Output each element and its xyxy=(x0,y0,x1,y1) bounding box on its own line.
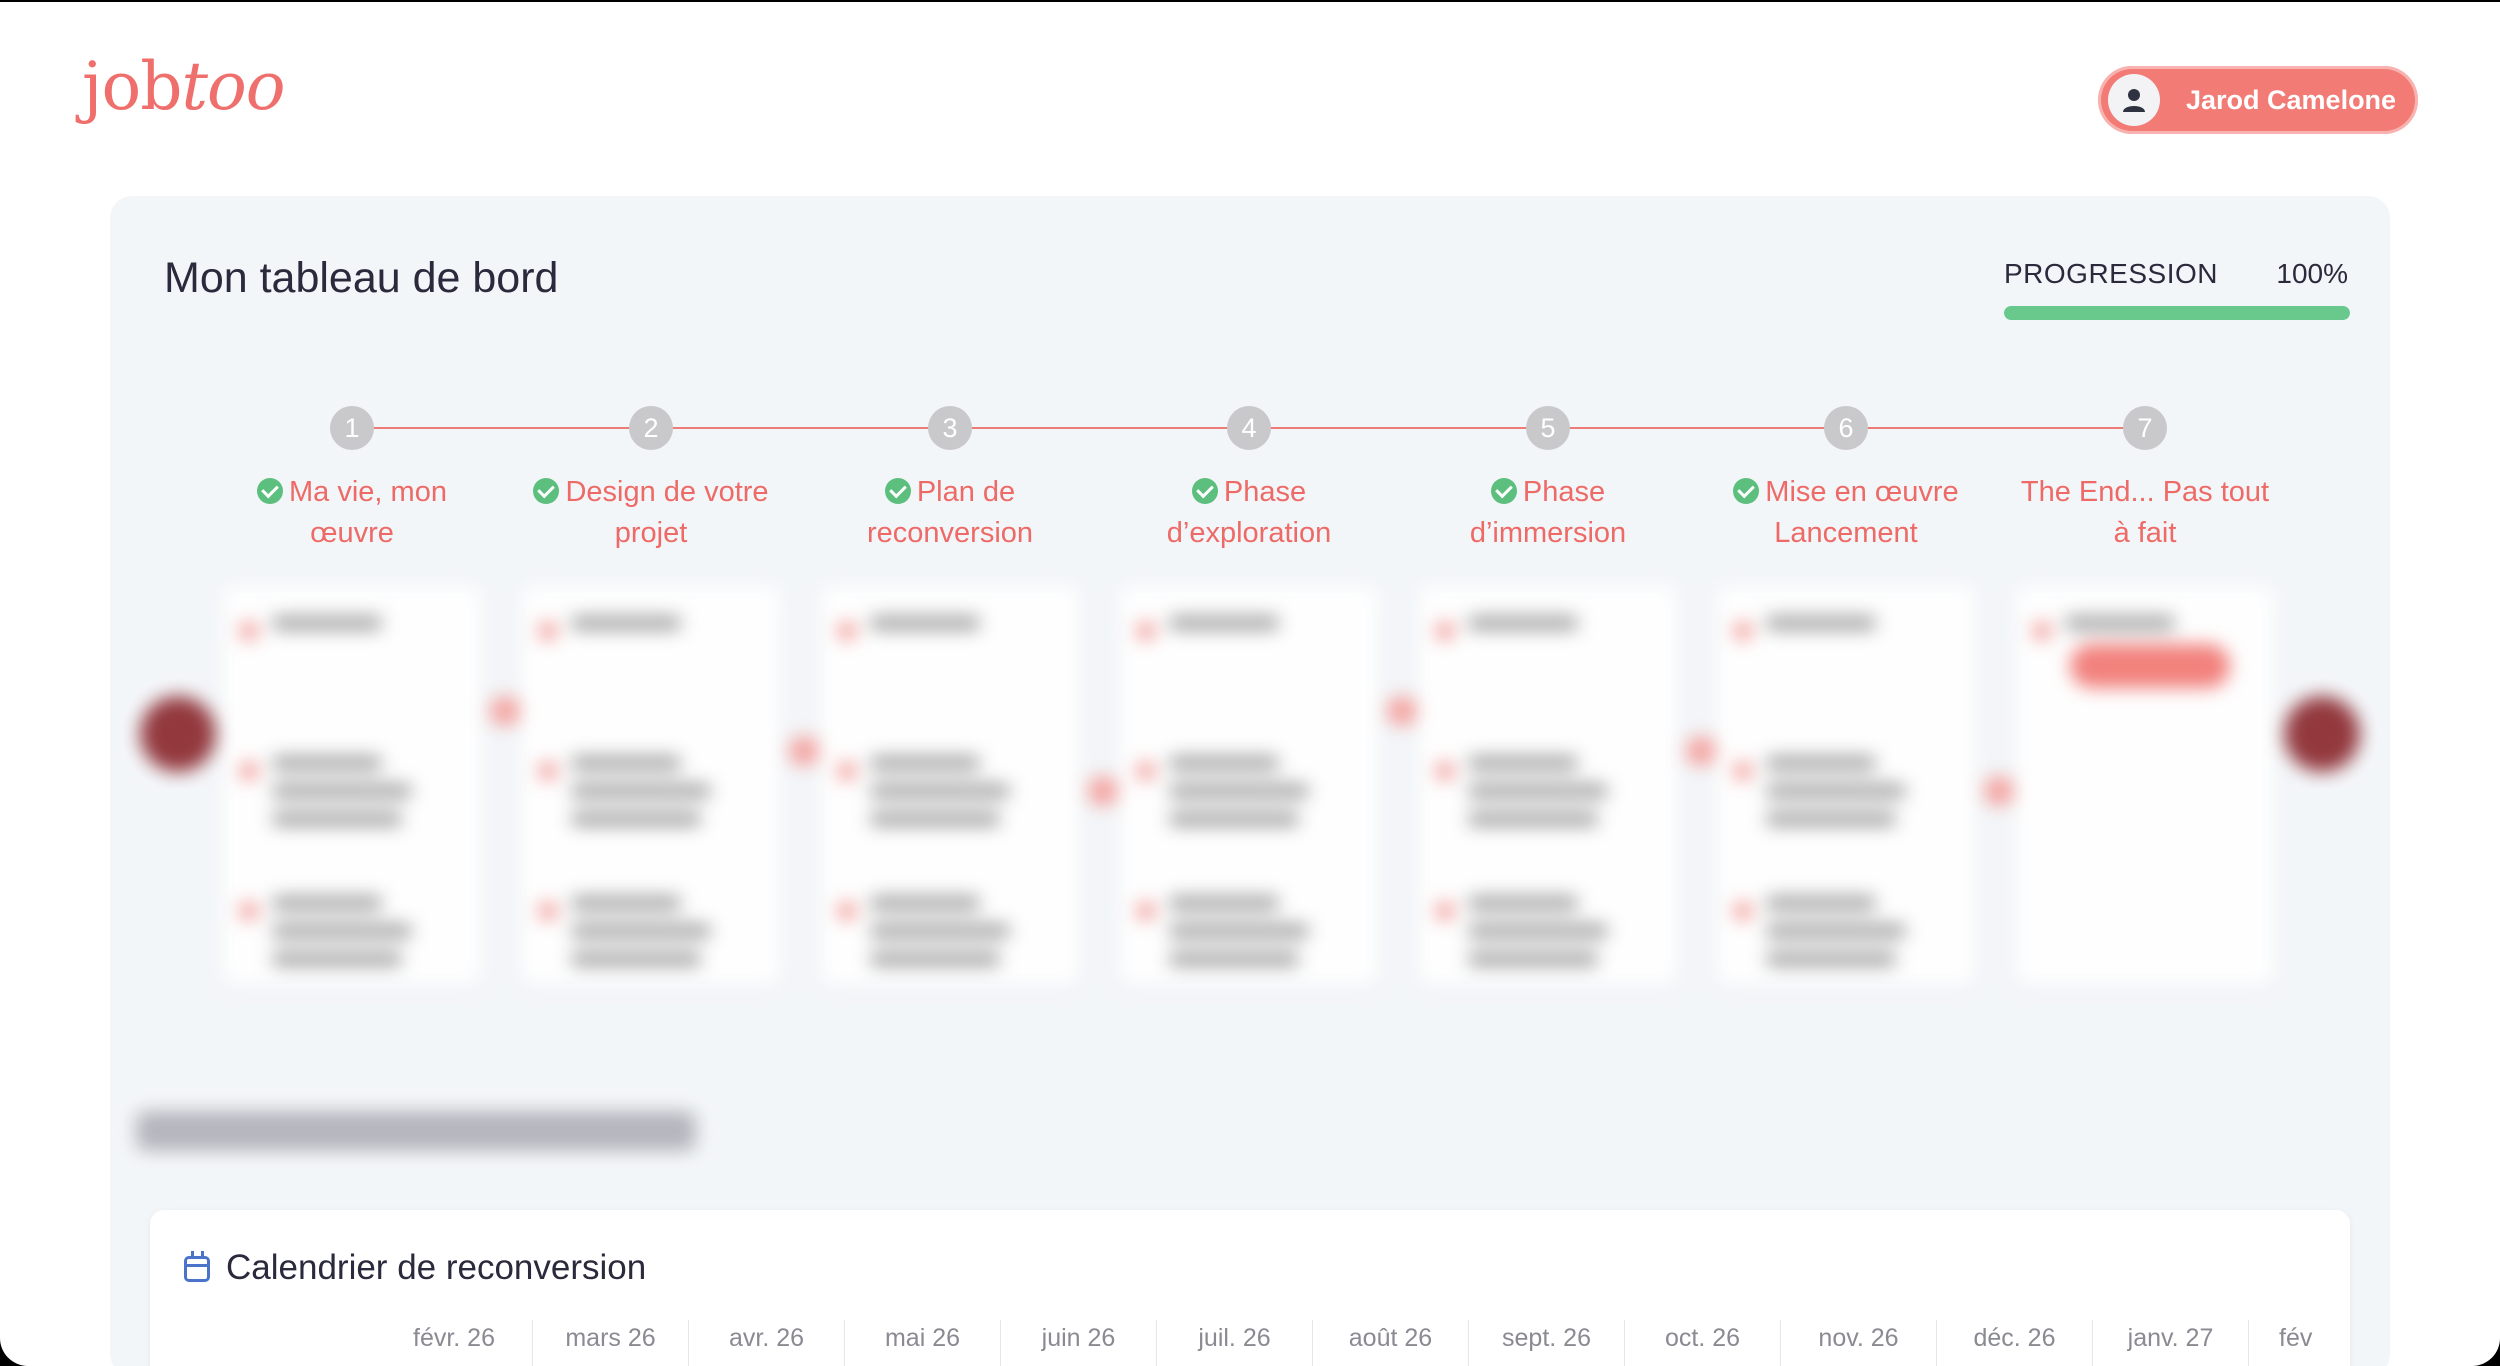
step-label-text: Design de votre projet xyxy=(565,476,769,549)
calendar-month-header: févr. 26 mars 26 avr. 26 mai 26 juin 26 juil.… xyxy=(376,1320,2318,1366)
step-label-text: Ma vie, mon œuvre xyxy=(289,476,447,549)
calendar-month: oct. 26 xyxy=(1624,1320,1780,1366)
page-title: Mon tableau de bord xyxy=(164,254,559,302)
app-window: jobtoo Jarod Camelone Mon tableau de bor… xyxy=(0,2,2500,1366)
step-number: 6 xyxy=(1824,406,1868,450)
step-label: Design de votre projet xyxy=(521,472,781,554)
calendar-month: févr. 26 xyxy=(413,1324,495,1352)
phase-card xyxy=(521,586,781,986)
step-label: Mise en œuvre Lancement xyxy=(1716,472,1976,554)
calendar-month: juil. 26 xyxy=(1156,1320,1312,1366)
user-name: Jarod Camelone xyxy=(2186,84,2397,115)
card-connector xyxy=(1387,696,1417,726)
phase-card xyxy=(2015,586,2275,986)
card-connector xyxy=(490,696,520,726)
card-connector xyxy=(1686,736,1716,766)
check-icon xyxy=(1733,478,1760,504)
phase-card xyxy=(1716,586,1976,986)
logo-script: too xyxy=(181,48,285,125)
calendar-icon xyxy=(184,1251,210,1282)
calendar-month: janv. 27 xyxy=(2092,1320,2248,1366)
phase-card xyxy=(222,586,482,986)
jobtoo-logo[interactable]: jobtoo xyxy=(82,54,285,120)
phase-card xyxy=(1418,586,1678,986)
step-4[interactable]: 4 Phase d’exploration xyxy=(1119,406,1379,554)
calendar-month: juin 26 xyxy=(1000,1320,1156,1366)
calendar-month: mai 26 xyxy=(844,1320,1000,1366)
calendar-title: Calendrier de reconversion xyxy=(226,1248,647,1287)
user-menu-button[interactable]: Jarod Camelone xyxy=(2098,66,2418,134)
progress-bar xyxy=(2004,306,2350,320)
step-number: 1 xyxy=(330,406,374,450)
phase-card xyxy=(1119,586,1379,986)
step-number: 3 xyxy=(928,406,972,450)
step-2[interactable]: 2 Design de votre projet xyxy=(521,406,781,554)
step-number: 2 xyxy=(629,406,673,450)
step-label-text: Mise en œuvre Lancement xyxy=(1765,476,1959,549)
step-label: The End... Pas tout à fait xyxy=(2015,472,2275,554)
step-number: 4 xyxy=(1227,406,1271,450)
step-3[interactable]: 3 Plan de reconversion xyxy=(820,406,1080,554)
step-number: 5 xyxy=(1526,406,1570,450)
progress-value: 100% xyxy=(2276,258,2348,289)
previous-arrow-button[interactable] xyxy=(140,696,216,772)
phase-card xyxy=(820,586,1080,986)
logo-plain: job xyxy=(82,48,182,125)
step-6[interactable]: 6 Mise en œuvre Lancement xyxy=(1716,406,1976,554)
step-5[interactable]: 5 Phase d’immersion xyxy=(1418,406,1678,554)
check-icon xyxy=(1191,478,1218,504)
step-number: 7 xyxy=(2123,406,2167,450)
step-label: Plan de reconversion xyxy=(820,472,1080,554)
calendar-month: mars 26 xyxy=(532,1320,688,1366)
check-icon xyxy=(533,478,560,504)
calendar-month: août 26 xyxy=(1312,1320,1468,1366)
progress-label: PROGRESSION xyxy=(2004,258,2218,289)
blurred-section-title xyxy=(136,1111,696,1151)
step-label: Ma vie, mon œuvre xyxy=(222,472,482,554)
calendar-month: fév xyxy=(2248,1320,2318,1366)
step-label-text: The End... Pas tout à fait xyxy=(2020,476,2270,549)
check-icon xyxy=(1490,478,1517,504)
calendar-month: sept. 26 xyxy=(1468,1320,1624,1366)
card-connector xyxy=(1088,776,1118,806)
card-connector xyxy=(1984,776,2014,806)
step-label: Phase d’exploration xyxy=(1119,472,1379,554)
calendar-card: Calendrier de reconversion févr. 26 mars … xyxy=(150,1210,2350,1366)
step-1[interactable]: 1 Ma vie, mon œuvre xyxy=(222,406,482,554)
progress-bar-fill xyxy=(2004,306,2350,320)
calendar-month: nov. 26 xyxy=(1780,1320,1936,1366)
user-avatar-icon xyxy=(2108,74,2160,126)
step-label: Phase d’immersion xyxy=(1418,472,1678,554)
calendar-month: déc. 26 xyxy=(1936,1320,2092,1366)
dashboard-panel: Mon tableau de bord PROGRESSION 100% 1 Ma… xyxy=(110,196,2390,1366)
next-arrow-button[interactable] xyxy=(2284,696,2360,772)
calendar-month: avr. 26 xyxy=(688,1320,844,1366)
check-icon xyxy=(884,478,911,504)
card-connector xyxy=(789,736,819,766)
step-7[interactable]: 7 The End... Pas tout à fait xyxy=(2015,406,2275,554)
check-icon xyxy=(257,478,284,504)
blurred-content xyxy=(100,566,2400,1186)
